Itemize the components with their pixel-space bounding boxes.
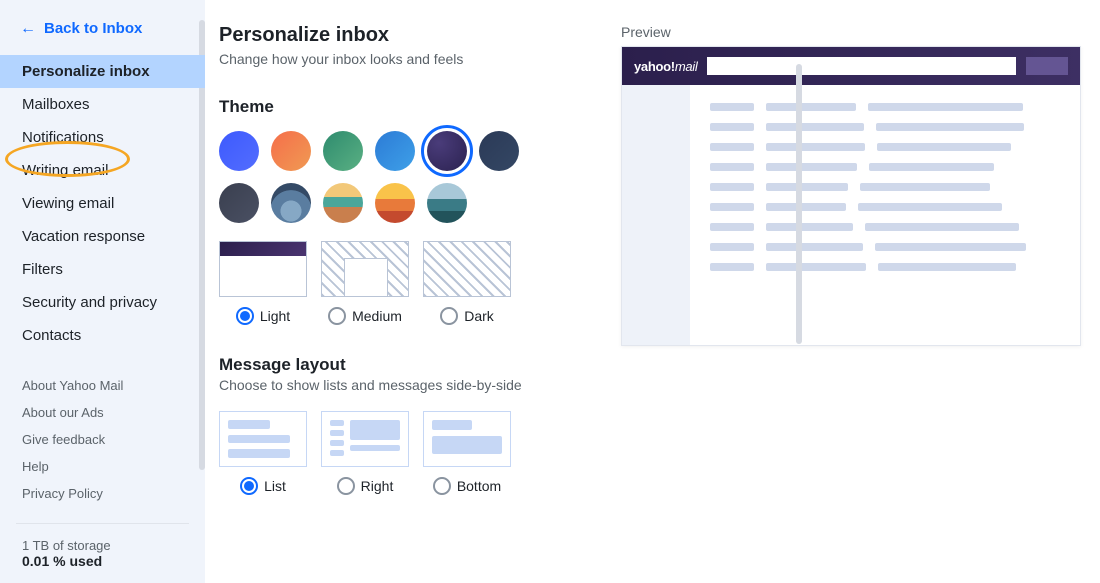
link-feedback[interactable]: Give feedback <box>0 426 205 453</box>
preview-body <box>622 85 1080 345</box>
sidebar-item-mailboxes[interactable]: Mailboxes <box>0 88 205 121</box>
layout-bottom-preview <box>423 411 511 467</box>
theme-swatch-charcoal[interactable] <box>219 183 259 223</box>
layout-subtitle: Choose to show lists and messages side-b… <box>219 377 567 393</box>
preview-row <box>710 123 1060 131</box>
radio-icon <box>440 307 458 325</box>
theme-swatch-sunset[interactable] <box>375 183 415 223</box>
preview-row <box>710 163 1060 171</box>
sidebar-item-writing-email[interactable]: Writing email <box>0 154 205 187</box>
theme-swatch-orange[interactable] <box>271 131 311 171</box>
radio-icon <box>337 477 355 495</box>
preview-row <box>710 243 1060 251</box>
preview-row <box>710 103 1060 111</box>
sidebar-item-viewing-email[interactable]: Viewing email <box>0 187 205 220</box>
theme-swatch-beach[interactable] <box>323 183 363 223</box>
storage-info: 1 TB of storage 0.01 % used <box>16 523 189 583</box>
preview-row <box>710 183 1060 191</box>
main-scrollbar[interactable] <box>796 64 802 344</box>
density-dark[interactable]: Dark <box>423 241 511 325</box>
theme-swatch-river[interactable] <box>427 183 467 223</box>
page-subtitle: Change how your inbox looks and feels <box>219 51 567 67</box>
theme-swatch-indigo[interactable] <box>427 131 467 171</box>
link-about-ads[interactable]: About our Ads <box>0 399 205 426</box>
density-medium[interactable]: Medium <box>321 241 409 325</box>
preview-row <box>710 263 1060 271</box>
preview-row <box>710 203 1060 211</box>
sidebar-item-vacation[interactable]: Vacation response <box>0 220 205 253</box>
theme-swatches <box>219 131 567 223</box>
preview-label: Preview <box>621 24 1081 40</box>
layout-list-preview <box>219 411 307 467</box>
radio-icon <box>328 307 346 325</box>
yahoo-mail-logo: yahoo!mail <box>634 59 697 74</box>
link-about-yahoo-mail[interactable]: About Yahoo Mail <box>0 372 205 399</box>
theme-heading: Theme <box>219 97 567 117</box>
sidebar-meta-links: About Yahoo Mail About our Ads Give feed… <box>0 356 205 507</box>
layout-list[interactable]: List <box>219 411 307 495</box>
preview-row <box>710 143 1060 151</box>
preview-search-button <box>1026 57 1068 75</box>
radio-icon <box>433 477 451 495</box>
sidebar-item-personalize[interactable]: Personalize inbox <box>0 55 205 88</box>
radio-icon <box>240 477 258 495</box>
settings-nav: Personalize inbox Mailboxes Notification… <box>0 51 205 356</box>
sidebar-item-contacts[interactable]: Contacts <box>0 319 205 352</box>
back-label: Back to Inbox <box>44 20 142 37</box>
sidebar-item-security[interactable]: Security and privacy <box>0 286 205 319</box>
preview-search-bar <box>707 57 1016 75</box>
sidebar-item-filters[interactable]: Filters <box>0 253 205 286</box>
density-options: Light Medium Dark <box>219 241 567 325</box>
arrow-left-icon: ← <box>20 21 36 37</box>
sidebar-item-notifications[interactable]: Notifications <box>0 121 205 154</box>
main-panel: Personalize inbox Change how your inbox … <box>205 0 1100 583</box>
theme-swatch-green[interactable] <box>323 131 363 171</box>
preview-window: yahoo!mail <box>621 46 1081 346</box>
link-privacy[interactable]: Privacy Policy <box>0 480 205 507</box>
settings-sidebar: ← Back to Inbox Personalize inbox Mailbo… <box>0 0 205 583</box>
density-light-preview <box>219 241 307 297</box>
link-help[interactable]: Help <box>0 453 205 480</box>
storage-used: 0.01 % used <box>22 553 183 569</box>
theme-swatch-sky[interactable] <box>375 131 415 171</box>
theme-swatch-navy[interactable] <box>479 131 519 171</box>
density-dark-preview <box>423 241 511 297</box>
layout-heading: Message layout <box>219 355 567 375</box>
settings-content: Personalize inbox Change how your inbox … <box>219 24 579 583</box>
density-light[interactable]: Light <box>219 241 307 325</box>
density-medium-preview <box>321 241 409 297</box>
theme-swatch-mountains[interactable] <box>271 183 311 223</box>
page-title: Personalize inbox <box>219 24 567 47</box>
preview-sidebar <box>622 85 690 345</box>
back-to-inbox-link[interactable]: ← Back to Inbox <box>0 0 205 51</box>
preview-header: yahoo!mail <box>622 47 1080 85</box>
preview-pane: Preview yahoo!mail <box>621 24 1081 583</box>
preview-message-list <box>690 85 1080 345</box>
layout-bottom[interactable]: Bottom <box>423 411 511 495</box>
layout-right[interactable]: Right <box>321 411 409 495</box>
preview-row <box>710 223 1060 231</box>
layout-options: List Right Bottom <box>219 411 567 495</box>
radio-icon <box>236 307 254 325</box>
theme-swatch-blue[interactable] <box>219 131 259 171</box>
storage-total: 1 TB of storage <box>22 538 183 553</box>
layout-right-preview <box>321 411 409 467</box>
